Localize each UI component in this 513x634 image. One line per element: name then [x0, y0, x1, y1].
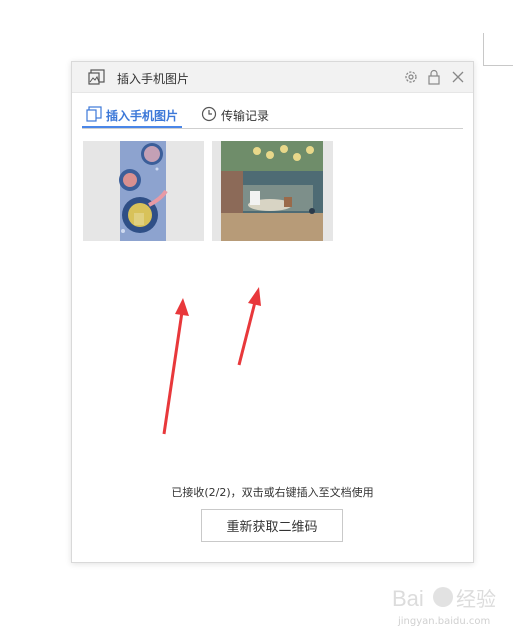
insert-phone-image-dialog: 插入手机图片 插入手机图片 传输记录 已接收(2/2)，双击或右键插入至文档使用… [71, 61, 474, 563]
regenerate-qr-button[interactable]: 重新获取二维码 [201, 509, 343, 542]
dialog-title: 插入手机图片 [117, 72, 190, 86]
document-page-corner [483, 33, 513, 66]
svg-text:经验: 经验 [456, 587, 496, 611]
image-insert-icon [88, 69, 105, 85]
tab-insert-phone-image[interactable]: 插入手机图片 [82, 104, 182, 128]
clock-icon [201, 106, 217, 122]
svg-text:Bai: Bai [392, 586, 424, 611]
tab-label: 传输记录 [221, 109, 270, 123]
baidu-jingyan-watermark: Bai 经验 jingyan.baidu.com [392, 580, 510, 628]
tab-label: 插入手机图片 [106, 109, 179, 123]
lock-icon[interactable] [426, 69, 442, 85]
close-icon[interactable] [450, 69, 466, 85]
receive-status-text: 已接收(2/2)，双击或右键插入至文档使用 [171, 486, 374, 499]
tab-transfer-history[interactable]: 传输记录 [197, 104, 287, 126]
garden-tea-party-image[interactable] [212, 141, 333, 241]
image-insert-icon [86, 106, 102, 122]
cartoon-bubbles-image[interactable] [83, 141, 204, 241]
gear-icon[interactable] [403, 69, 419, 85]
svg-text:jingyan.baidu.com: jingyan.baidu.com [397, 616, 490, 627]
tab-bar: 插入手机图片 传输记录 [82, 104, 463, 129]
dialog-titlebar: 插入手机图片 [72, 62, 473, 93]
